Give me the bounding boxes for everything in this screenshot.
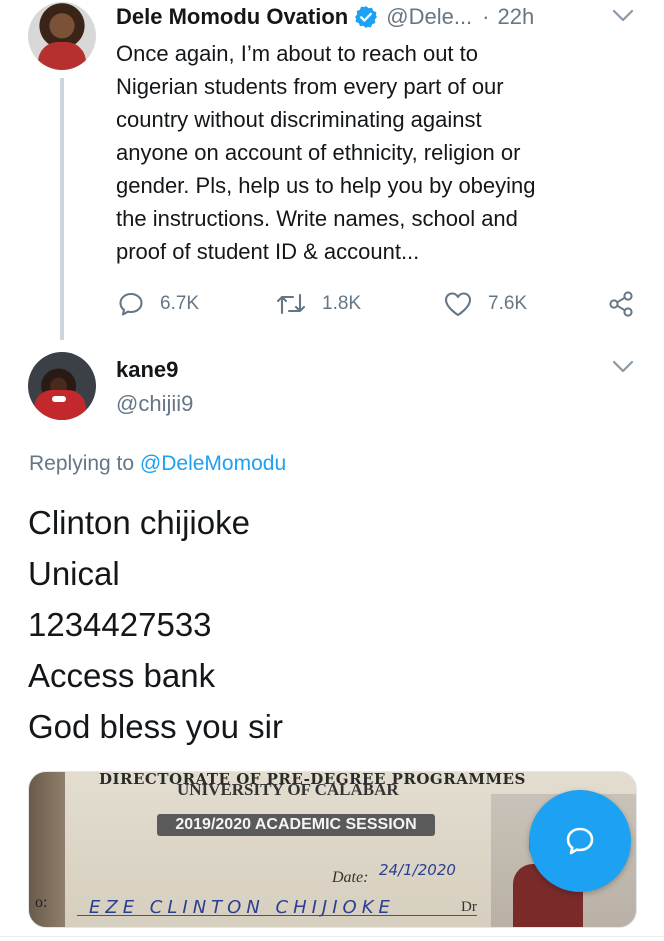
author-name[interactable]: Dele Momodu Ovation <box>116 4 348 30</box>
retweet-count: 1.8K <box>322 293 362 314</box>
like-icon <box>444 292 472 317</box>
tweet-line: country without discriminating against <box>116 107 482 132</box>
reply-line: 1234427533 <box>28 606 212 643</box>
like-count: 7.6K <box>488 293 528 314</box>
like-button[interactable]: 7.6K <box>442 287 527 321</box>
tweet-line: the instructions. Write names, school an… <box>116 206 518 231</box>
card-dr-mark: Dr <box>461 899 477 915</box>
reply-line: Clinton chijioke <box>28 504 250 541</box>
tweet-line: anyone on account of ethnicity, religion… <box>116 140 521 165</box>
card-date-label: Date: <box>332 869 369 886</box>
card-name-handwritten: EZE CLINTON CHIJIOKE <box>89 897 395 918</box>
retweet-icon <box>276 293 306 315</box>
reply-author-handle[interactable]: @chijii9 <box>116 391 193 417</box>
parent-tweet-header: Dele Momodu Ovation @Dele... · 22h <box>116 2 534 32</box>
avatar-jersey <box>34 390 86 420</box>
tweet-line: Once again, I’m about to reach out to <box>116 41 479 66</box>
avatar-shirt <box>38 42 86 70</box>
avatar-jersey-stripe <box>52 396 66 402</box>
reply-icon <box>119 292 143 316</box>
tweet-time[interactable]: 22h <box>498 4 535 30</box>
dot-separator: · <box>482 4 490 29</box>
verified-badge-icon <box>354 5 378 29</box>
card-university-name: UNIVERSITY OF CALABAR <box>177 780 399 799</box>
card-date-handwritten: 24/1/2020 <box>379 861 456 879</box>
replying-prefix: Replying to <box>29 452 135 475</box>
bottom-divider <box>0 936 664 937</box>
tweet-line: proof of student ID & account... <box>116 239 420 264</box>
author-handle[interactable]: @Dele... <box>386 4 472 30</box>
card-session-text: 2019/2020 ACADEMIC SESSION <box>175 816 417 833</box>
parent-tweet-text: Once again, I’m about to reach out to Ni… <box>116 37 656 268</box>
retweet-button[interactable]: 1.8K <box>274 287 361 321</box>
reply-line: Unical <box>28 555 120 592</box>
reply-button[interactable]: 6.7K <box>116 287 199 321</box>
author-avatar[interactable] <box>28 2 96 70</box>
share-icon[interactable] <box>606 289 636 319</box>
tweet-line: Nigerian students from every part of our <box>116 74 504 99</box>
thread-line <box>60 78 64 340</box>
compose-button[interactable] <box>529 790 631 892</box>
compose-icon <box>566 827 594 855</box>
chevron-down-icon[interactable] <box>610 6 636 26</box>
chevron-down-icon[interactable] <box>610 357 636 377</box>
reply-line: God bless you sir <box>28 708 283 745</box>
tweet-actions: 6.7K 1.8K 7.6K <box>116 287 640 321</box>
replying-to-link[interactable]: @DeleMomodu <box>140 452 286 475</box>
reply-tweet-text: Clinton chijioke Unical 1234427533 Acces… <box>28 497 628 752</box>
card-no-label: o: <box>35 894 48 911</box>
replying-to: Replying to @DeleMomodu <box>29 452 286 476</box>
reply-count: 6.7K <box>160 293 200 314</box>
reply-author-name[interactable]: kane9 <box>116 357 178 383</box>
reply-author-avatar[interactable] <box>28 352 96 420</box>
tweet-line: gender. Pls, help us to help you by obey… <box>116 173 536 198</box>
card-session-banner: 2019/2020 ACADEMIC SESSION <box>157 814 435 836</box>
reply-line: Access bank <box>28 657 216 694</box>
